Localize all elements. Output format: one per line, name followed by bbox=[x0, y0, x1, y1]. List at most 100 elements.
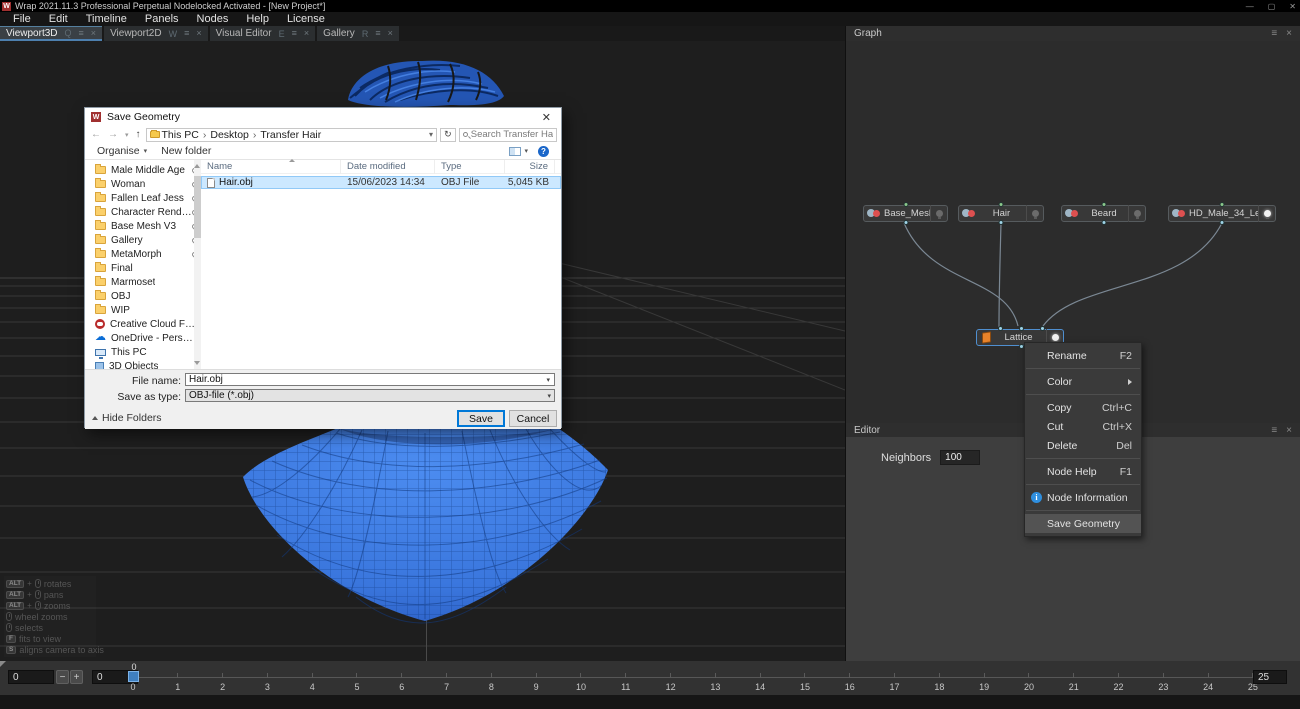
graph-node[interactable]: Beard bbox=[1061, 205, 1146, 222]
scroll-down-icon[interactable] bbox=[194, 361, 200, 365]
close-icon[interactable]: ✕ bbox=[538, 111, 555, 124]
save-button[interactable]: Save bbox=[457, 410, 505, 427]
timeline-handle[interactable] bbox=[128, 671, 139, 682]
node-input-port[interactable] bbox=[1040, 326, 1045, 331]
panel-menu-icon[interactable]: ≡ bbox=[292, 29, 297, 38]
menu-item[interactable]: Panels bbox=[136, 13, 188, 25]
menu-item-color[interactable]: Color bbox=[1025, 372, 1141, 391]
minimize-icon[interactable]: — bbox=[1246, 2, 1254, 11]
chevron-down-icon[interactable]: ▾ bbox=[524, 147, 528, 155]
sidebar-item[interactable]: Marmoset bbox=[85, 275, 200, 289]
sidebar-item[interactable]: Fallen Leaf Jess bbox=[85, 191, 200, 205]
search-input[interactable] bbox=[471, 129, 553, 140]
sidebar-item[interactable]: This PC bbox=[85, 345, 200, 359]
close-icon[interactable]: × bbox=[196, 29, 201, 38]
breadcrumb-segment[interactable]: Transfer Hair bbox=[260, 129, 321, 141]
menu-item[interactable]: Edit bbox=[40, 13, 77, 25]
breadcrumb[interactable]: This PCDesktopTransfer Hair ▾ bbox=[146, 128, 438, 142]
back-icon[interactable]: ← bbox=[89, 129, 103, 140]
organise-button[interactable]: Organise▾ bbox=[97, 145, 147, 157]
node-output-port[interactable] bbox=[1220, 220, 1225, 225]
panel-menu-icon[interactable]: ≡ bbox=[1271, 425, 1277, 436]
visibility-toggle[interactable] bbox=[1258, 205, 1275, 222]
chevron-down-icon[interactable]: ▾ bbox=[546, 376, 550, 384]
visibility-toggle[interactable] bbox=[930, 205, 947, 222]
savetype-select[interactable]: OBJ-file (*.obj)▾ bbox=[185, 389, 555, 402]
panel-fold-icon[interactable] bbox=[0, 661, 6, 667]
neighbors-input[interactable] bbox=[940, 450, 980, 465]
refresh-button[interactable]: ↻ bbox=[440, 128, 456, 142]
sidebar-item[interactable]: Final bbox=[85, 261, 200, 275]
sidebar-item[interactable]: Character Renders bbox=[85, 205, 200, 219]
menu-item-copy[interactable]: CopyCtrl+C bbox=[1025, 398, 1141, 417]
column-header-type[interactable]: Type bbox=[435, 160, 505, 174]
filename-input[interactable] bbox=[185, 373, 555, 386]
sidebar-item[interactable]: Creative Cloud Files bbox=[85, 317, 200, 331]
menu-item-rename[interactable]: RenameF2 bbox=[1025, 346, 1141, 365]
node-input-port[interactable] bbox=[903, 202, 908, 207]
hide-folders-button[interactable]: Hide Folders bbox=[92, 412, 162, 424]
node-output-port[interactable] bbox=[999, 220, 1004, 225]
graph-node[interactable]: Hair bbox=[958, 205, 1044, 222]
panel-menu-icon[interactable]: ≡ bbox=[375, 29, 380, 38]
sidebar-item[interactable]: Base Mesh V3 bbox=[85, 219, 200, 233]
menu-item[interactable]: Nodes bbox=[188, 13, 238, 25]
menu-item[interactable]: Timeline bbox=[77, 13, 136, 25]
viewport-tab[interactable]: Viewport3D Q ≡ × bbox=[0, 26, 102, 41]
up-icon[interactable]: ↑ bbox=[134, 129, 143, 140]
node-input-port[interactable] bbox=[1220, 202, 1225, 207]
close-icon[interactable]: ✕ bbox=[1289, 2, 1296, 11]
close-icon[interactable]: × bbox=[1286, 425, 1292, 436]
graph-node[interactable]: Base_Mesh bbox=[863, 205, 948, 222]
menu-item[interactable]: File bbox=[4, 13, 40, 25]
viewport-tab[interactable]: Viewport2D W ≡ × bbox=[104, 26, 208, 41]
cancel-button[interactable]: Cancel bbox=[509, 410, 557, 427]
view-mode-icon[interactable] bbox=[509, 147, 521, 156]
panel-menu-icon[interactable]: ≡ bbox=[1271, 28, 1277, 39]
viewport-tab[interactable]: Visual Editor E ≡ × bbox=[210, 26, 316, 41]
sidebar-item[interactable]: OBJ bbox=[85, 289, 200, 303]
column-header-size[interactable]: Size bbox=[505, 160, 555, 174]
breadcrumb-segment[interactable]: This PC bbox=[162, 129, 211, 141]
frame-decrement-button[interactable]: − bbox=[56, 670, 69, 684]
menu-item-node-information[interactable]: Node Information bbox=[1025, 488, 1141, 507]
sidebar-item[interactable]: WIP bbox=[85, 303, 200, 317]
menu-item-node-help[interactable]: Node HelpF1 bbox=[1025, 462, 1141, 481]
sidebar-item[interactable]: 3D Objects bbox=[85, 359, 200, 369]
help-icon[interactable]: ? bbox=[538, 146, 549, 157]
column-header-date[interactable]: Date modified bbox=[341, 160, 435, 174]
panel-menu-icon[interactable]: ≡ bbox=[79, 29, 84, 38]
close-icon[interactable]: × bbox=[91, 29, 96, 38]
frame-start-input[interactable] bbox=[8, 670, 54, 684]
chevron-down-icon[interactable]: ▾ bbox=[429, 130, 433, 139]
sidebar-item[interactable]: MetaMorph bbox=[85, 247, 200, 261]
maximize-icon[interactable]: ▢ bbox=[1268, 2, 1276, 11]
node-input-port[interactable] bbox=[998, 326, 1003, 331]
close-icon[interactable]: × bbox=[304, 29, 309, 38]
scroll-up-icon[interactable] bbox=[194, 164, 200, 168]
menu-item-delete[interactable]: DeleteDel bbox=[1025, 436, 1141, 455]
forward-icon[interactable]: → bbox=[106, 129, 120, 140]
breadcrumb-segment[interactable]: Desktop bbox=[210, 129, 260, 141]
sidebar-item[interactable]: OneDrive - Personal bbox=[85, 331, 200, 345]
sidebar-item[interactable]: Gallery bbox=[85, 233, 200, 247]
new-folder-button[interactable]: New folder bbox=[161, 145, 211, 157]
column-header-name[interactable]: Name bbox=[201, 160, 341, 174]
sidebar-item[interactable]: Woman bbox=[85, 177, 200, 191]
history-dropdown-icon[interactable]: ▾ bbox=[123, 131, 131, 139]
menu-item[interactable]: Help bbox=[237, 13, 278, 25]
node-output-port[interactable] bbox=[903, 220, 908, 225]
node-output-port[interactable] bbox=[1101, 220, 1106, 225]
sidebar-item[interactable]: Male Middle Age bbox=[85, 163, 200, 177]
file-row-selected[interactable]: Hair.obj 15/06/2023 14:34 OBJ File 5,045… bbox=[201, 176, 561, 189]
menu-item-cut[interactable]: CutCtrl+X bbox=[1025, 417, 1141, 436]
graph-node[interactable]: HD_Male_34_Level_1 bbox=[1168, 205, 1276, 222]
visibility-toggle[interactable] bbox=[1128, 205, 1145, 222]
node-input-port[interactable] bbox=[999, 202, 1004, 207]
frame-end-input[interactable] bbox=[1253, 670, 1287, 684]
sidebar-scrollbar[interactable] bbox=[194, 160, 201, 369]
node-input-port[interactable] bbox=[1101, 202, 1106, 207]
close-icon[interactable]: × bbox=[388, 29, 393, 38]
panel-menu-icon[interactable]: ≡ bbox=[184, 29, 189, 38]
scrollbar-thumb[interactable] bbox=[194, 176, 201, 238]
